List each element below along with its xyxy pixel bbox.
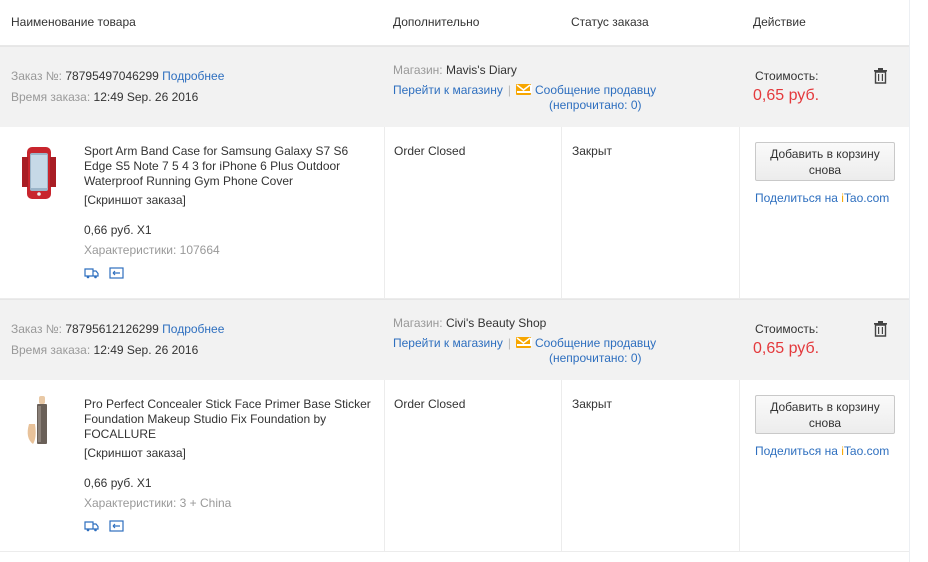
itao-link[interactable]: iTao.com [841,444,889,458]
col-additional-header: Дополнительно [393,15,480,29]
store-label: Магазин: [393,316,443,330]
order-number-label: Заказ №: [11,69,63,83]
store-label: Магазин: [393,63,443,77]
order-number-line: Заказ №: 78795497046299 Подробнее [11,69,224,83]
item-price: 0,66 руб. X1 [84,476,152,490]
column-divider [739,380,740,551]
order-snapshot-link[interactable]: [Скриншот заказа] [84,446,186,460]
order-cost: 0,65 руб. [753,340,820,357]
item-price: 0,66 руб. X1 [84,223,152,237]
item-specs: Характеристики: 107664 [84,243,220,257]
trash-icon[interactable] [873,68,888,84]
item-specs: Характеристики: 3 + China [84,496,232,510]
item-icons [84,520,124,532]
share-label: Поделиться на [755,444,838,458]
order-details-link[interactable]: Подробнее [162,69,224,83]
order-state: Закрыт [572,397,612,411]
col-product-header: Наименование товара [11,15,136,29]
column-divider [384,127,385,298]
store-actions: Перейти к магазину | Сообщение продавцу [393,336,656,350]
order-status: Order Closed [394,144,466,158]
col-action-header: Действие [753,15,806,29]
return-icon[interactable] [109,520,124,532]
itao-domain: Tao.com [843,191,890,205]
order-item-row: Sport Arm Band Case for Samsung Galaxy S… [0,127,909,299]
itao-domain: Tao.com [843,444,890,458]
order-time-label: Время заказа: [11,343,91,357]
col-status-header: Статус заказа [571,15,649,29]
message-seller-link[interactable]: Сообщение продавцу [535,83,656,97]
order-status: Order Closed [394,397,466,411]
order-header: Заказ №: 78795612126299 Подробнее Время … [0,299,909,380]
store-name: Civi's Beauty Shop [445,316,547,330]
concealer-product-image[interactable] [19,394,59,454]
store-line: Магазин: Mavis's Diary [393,63,517,77]
order-number: 78795612126299 [65,322,159,336]
order-header: Заказ №: 78795497046299 Подробнее Время … [0,46,909,127]
message-seller-link[interactable]: Сообщение продавцу [535,336,656,350]
order-item-row: Pro Perfect Concealer Stick Face Primer … [0,380,909,552]
order-time-line: Время заказа: 12:49 Sep. 26 2016 [11,343,198,357]
unread-label: (непрочитано: [549,351,628,365]
share-label: Поделиться на [755,191,838,205]
store-name: Mavis's Diary [445,63,517,77]
order-snapshot-link[interactable]: [Скриншот заказа] [84,193,186,207]
unread-count: 0 [630,351,638,365]
column-divider [384,380,385,551]
order-time-label: Время заказа: [11,90,91,104]
orders-panel: Наименование товара Дополнительно Статус… [0,0,909,552]
order-number-line: Заказ №: 78795612126299 Подробнее [11,322,224,336]
product-name-link[interactable]: Pro Perfect Concealer Stick Face Primer … [84,397,374,442]
trash-icon[interactable] [873,321,888,337]
unread-suffix: ) [637,351,642,365]
column-divider [739,127,740,298]
order-details-link[interactable]: Подробнее [162,322,224,336]
link-separator: | [507,336,511,350]
order-cost: 0,65 руб. [753,87,820,104]
order-time-line: Время заказа: 12:49 Sep. 26 2016 [11,90,198,104]
truck-icon[interactable] [84,520,99,532]
share-on-itao[interactable]: Поделиться на iTao.com [755,444,889,458]
order-time: 12:49 Sep. 26 2016 [93,90,199,104]
order-time: 12:49 Sep. 26 2016 [93,343,199,357]
unread-count-line[interactable]: (непрочитано: 0) [549,351,642,365]
store-line: Магазин: Civi's Beauty Shop [393,316,546,330]
envelope-icon[interactable] [516,84,531,95]
go-to-store-link[interactable]: Перейти к магазину [393,83,503,97]
go-to-store-link[interactable]: Перейти к магазину [393,336,503,350]
cost-label: Стоимость: [755,69,819,83]
itao-link[interactable]: iTao.com [841,191,889,205]
item-icons [84,267,124,279]
share-on-itao[interactable]: Поделиться на iTao.com [755,191,889,205]
add-to-cart-again-button[interactable]: Добавить в корзину снова [755,142,895,181]
order-number: 78795497046299 [65,69,159,83]
order-number-label: Заказ №: [11,322,63,336]
column-divider [561,380,562,551]
right-scroll-gutter[interactable] [909,0,928,562]
unread-count-line[interactable]: (непрочитано: 0) [549,98,642,112]
return-icon[interactable] [109,267,124,279]
unread-count: 0 [630,98,638,112]
armband-product-image[interactable] [19,143,59,203]
order-state: Закрыт [572,144,612,158]
cost-label: Стоимость: [755,322,819,336]
product-name-link[interactable]: Sport Arm Band Case for Samsung Galaxy S… [84,144,374,189]
add-to-cart-again-button[interactable]: Добавить в корзину снова [755,395,895,434]
truck-icon[interactable] [84,267,99,279]
link-separator: | [507,83,511,97]
column-divider [561,127,562,298]
envelope-icon[interactable] [516,337,531,348]
store-actions: Перейти к магазину | Сообщение продавцу [393,83,656,97]
unread-suffix: ) [637,98,642,112]
unread-label: (непрочитано: [549,98,628,112]
orders-table-header: Наименование товара Дополнительно Статус… [0,0,909,46]
